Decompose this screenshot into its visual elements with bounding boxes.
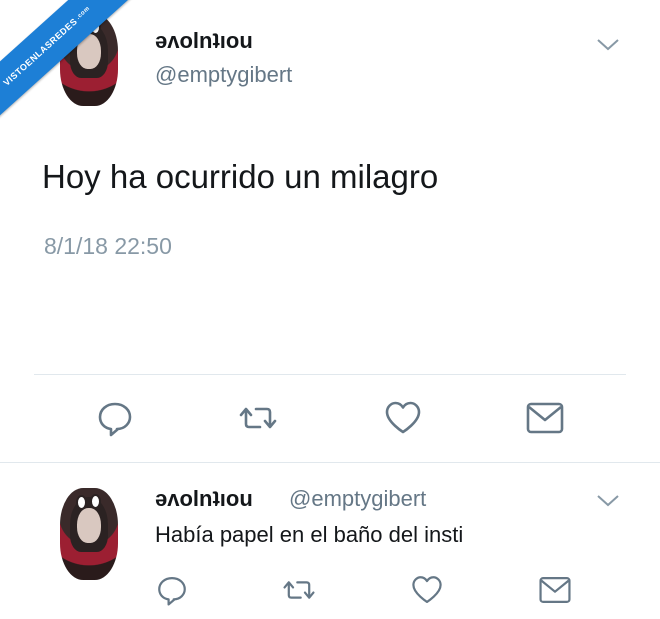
reply-display-name[interactable]: ǝʌolnʇıou: [155, 486, 253, 512]
divider: [0, 462, 660, 463]
divider: [34, 374, 626, 375]
user-handle[interactable]: @emptygibert: [155, 62, 292, 88]
tweet-text: Hoy ha ocurrido un milagro: [42, 158, 439, 195]
reply-text: Había papel en el baño del insti: [155, 522, 464, 547]
like-icon[interactable]: [410, 573, 444, 607]
tweet-timestamp[interactable]: 8/1/18 22:50: [44, 233, 172, 260]
retweet-icon[interactable]: [282, 573, 316, 607]
chevron-down-icon[interactable]: [596, 38, 620, 52]
reply-icon[interactable]: [95, 398, 135, 438]
reply-icon[interactable]: [155, 573, 189, 607]
reply-user-handle[interactable]: @emptygibert: [289, 486, 426, 512]
direct-message-icon[interactable]: [538, 573, 572, 607]
direct-message-icon[interactable]: [525, 398, 565, 438]
display-name[interactable]: ǝʌolnʇıou: [155, 28, 253, 54]
like-icon[interactable]: [383, 398, 423, 438]
reply-avatar[interactable]: [60, 488, 118, 580]
watermark-suffix: .com: [75, 5, 92, 21]
chevron-down-icon[interactable]: [596, 494, 620, 508]
retweet-icon[interactable]: [238, 398, 278, 438]
